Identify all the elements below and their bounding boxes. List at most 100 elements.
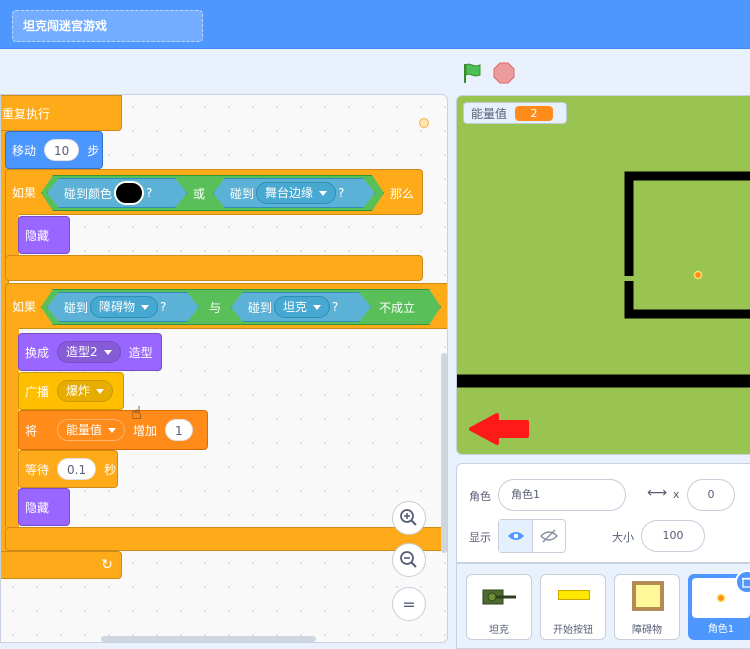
touching-tank-block[interactable]: 碰到 坦克 ? <box>231 292 371 322</box>
if-2-arm <box>5 327 19 527</box>
costume-text: 造型2 <box>66 345 98 359</box>
question-mark-1: ? <box>146 186 153 200</box>
stop-sign-icon[interactable] <box>492 61 516 85</box>
stage[interactable]: 能量值 2 <box>456 95 750 455</box>
touching-color-label: 碰到颜色 <box>64 186 113 201</box>
show-toggle[interactable] <box>498 519 566 553</box>
eye-off-icon <box>540 529 558 543</box>
x-input[interactable]: 0 <box>687 479 735 511</box>
if-label-2: 如果 <box>12 299 37 314</box>
chevron-down-icon <box>319 191 327 196</box>
touching-label-3: 碰到 <box>248 300 273 315</box>
trash-icon <box>742 577 750 588</box>
sprite-name: 角色1 <box>707 624 735 635</box>
change-amount-input[interactable]: 1 <box>165 419 193 441</box>
tank-dropdown[interactable]: 坦克 <box>274 296 330 318</box>
zoom-out-icon <box>400 551 417 568</box>
touch-target-dropdown-1[interactable]: 舞台边缘 <box>256 182 336 204</box>
code-area[interactable]: 重复执行 移动 10 步 如果 碰到颜色 ? 或 碰到 舞台边缘 ? 那么 隐藏… <box>0 94 448 643</box>
message-text: 爆炸 <box>66 384 91 398</box>
show-visible-button[interactable] <box>499 520 533 552</box>
variable-dropdown[interactable]: 能量值 <box>57 419 126 441</box>
sprite-label: 角色 <box>469 490 491 503</box>
change-label: 将 <box>25 423 38 438</box>
if-block-1-footer <box>5 255 423 281</box>
move-steps-input[interactable]: 10 <box>44 139 80 161</box>
size-value-text: 100 <box>662 529 684 542</box>
sprite-name-text: 角色1 <box>511 488 540 501</box>
start-button-icon <box>558 590 590 600</box>
hide-block-2[interactable]: 隐藏 <box>18 488 70 526</box>
touching-color-block[interactable]: 碰到颜色 ? <box>47 178 187 208</box>
zoom-out-button[interactable] <box>392 543 426 577</box>
hide-label-2: 隐藏 <box>25 500 50 515</box>
x-value-text: 0 <box>707 488 715 501</box>
wait-block[interactable]: 等待 0.1 秒 <box>18 450 118 488</box>
x-label: x <box>673 488 680 501</box>
vertical-scrollbar[interactable] <box>441 353 447 553</box>
sprite-name-input[interactable]: 角色1 <box>498 479 626 511</box>
sprite-tile-obstacle[interactable]: 障碍物 <box>614 574 680 640</box>
change-by-label: 增加 <box>133 423 158 438</box>
zoom-in-icon <box>400 509 417 526</box>
change-variable-block[interactable]: 将 能量值 增加 1 <box>18 410 208 450</box>
zoom-reset-button[interactable]: = <box>392 587 426 621</box>
sprite-name: 开始按钮 <box>553 625 593 636</box>
move-unit-label: 步 <box>87 143 100 158</box>
costume-dropdown[interactable]: 造型2 <box>57 341 121 363</box>
touching-block-1[interactable]: 碰到 舞台边缘 ? <box>213 178 375 208</box>
question-mark-4: ? <box>332 300 339 314</box>
green-flag-icon[interactable] <box>461 61 485 85</box>
question-mark-3: ? <box>160 300 167 314</box>
and-label: 与 <box>209 301 222 315</box>
loop-arrow-icon: ↻ <box>101 557 113 573</box>
zoom-reset-icon: = <box>402 594 416 614</box>
obstacle-dropdown[interactable]: 障碍物 <box>90 296 158 318</box>
sprite-tile-start-button[interactable]: 开始按钮 <box>540 574 606 640</box>
zoom-in-button[interactable] <box>392 501 426 535</box>
obstacle-icon <box>632 581 664 611</box>
question-mark-2: ? <box>338 186 345 200</box>
move-block[interactable]: 移动 10 步 <box>5 131 103 169</box>
move-label: 移动 <box>12 143 37 158</box>
forever-block-footer: ↻ <box>1 551 122 579</box>
show-hidden-button[interactable] <box>533 520 565 552</box>
tank-icon <box>482 589 516 605</box>
project-title-field[interactable]: 坦克闯迷宫游戏 <box>12 10 203 42</box>
tank-text: 坦克 <box>283 300 308 314</box>
size-input[interactable]: 100 <box>641 520 705 552</box>
broadcast-label: 广播 <box>25 384 50 399</box>
wait-seconds-input[interactable]: 0.1 <box>57 458 97 480</box>
forever-label: 重复执行 <box>2 106 51 121</box>
chevron-down-icon <box>313 305 321 310</box>
message-dropdown[interactable]: 爆炸 <box>57 380 114 402</box>
if-label-1: 如果 <box>12 185 37 200</box>
costume-suffix-label: 造型 <box>128 345 153 360</box>
wait-label: 等待 <box>25 462 50 477</box>
horizontal-scrollbar[interactable] <box>101 636 316 642</box>
eye-icon <box>507 532 524 540</box>
obstacle-text: 障碍物 <box>99 300 136 314</box>
hide-block-1[interactable]: 隐藏 <box>18 216 70 254</box>
then-label: 那么 <box>390 187 415 201</box>
color-picker[interactable] <box>114 181 144 205</box>
sprite-tile-tank[interactable]: 坦克 <box>466 574 532 640</box>
touching-label-2: 碰到 <box>64 300 89 315</box>
sprite-info-panel: 角色 角色1 ⟷ x 0 显示 大小 100 <box>456 463 750 563</box>
x-arrows-icon: ⟷ <box>647 485 668 501</box>
broadcast-block[interactable]: 广播 爆炸 <box>18 372 124 410</box>
chevron-down-icon <box>141 305 149 310</box>
or-label: 或 <box>193 187 206 201</box>
show-label: 显示 <box>469 531 491 544</box>
hand-cursor-icon: ☝ <box>131 403 142 424</box>
touching-obstacle-block[interactable]: 碰到 障碍物 ? <box>47 292 199 322</box>
forever-block[interactable]: 重复执行 <box>1 95 122 131</box>
chevron-down-icon <box>108 427 117 433</box>
switch-costume-block[interactable]: 换成 造型2 造型 <box>18 333 162 371</box>
maze-walls <box>457 171 750 445</box>
touching-label-1: 碰到 <box>230 186 255 201</box>
chevron-down-icon <box>96 388 105 394</box>
switch-costume-label: 换成 <box>25 345 50 360</box>
sprite-name: 坦克 <box>489 625 509 636</box>
not-label: 不成立 <box>379 301 416 315</box>
